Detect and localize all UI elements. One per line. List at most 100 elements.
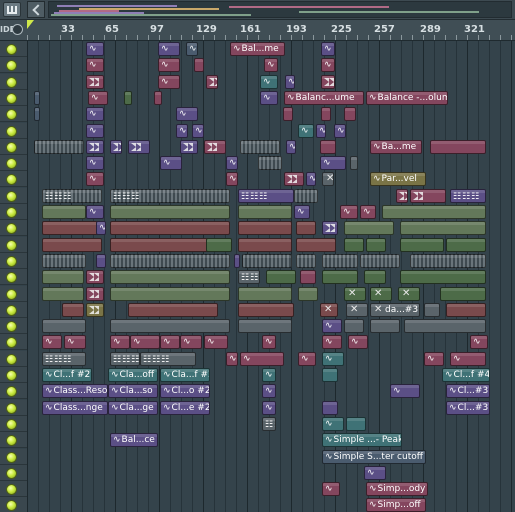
- automation-clip[interactable]: ∿: [86, 107, 104, 121]
- pattern-clip[interactable]: ☷☷☷: [110, 352, 140, 366]
- pattern-clip[interactable]: [446, 238, 486, 252]
- automation-clip[interactable]: ∿: [262, 335, 276, 349]
- audio-clip[interactable]: [86, 140, 104, 154]
- track-mute-led-icon[interactable]: [6, 174, 17, 185]
- track-mute-led-icon[interactable]: [6, 240, 17, 251]
- pattern-clip[interactable]: [42, 221, 102, 235]
- pattern-clip[interactable]: [110, 270, 230, 284]
- automation-clip[interactable]: ∿: [470, 335, 488, 349]
- track-mute-led-icon[interactable]: [6, 435, 17, 446]
- track-mute-led-icon[interactable]: [6, 321, 17, 332]
- track-header[interactable]: [0, 269, 27, 285]
- automation-clip[interactable]: ∿: [158, 75, 180, 89]
- track-header[interactable]: [0, 497, 27, 512]
- track-header[interactable]: [0, 416, 27, 432]
- pattern-clip[interactable]: [194, 58, 204, 72]
- automation-clip[interactable]: ∿Bal...ce: [110, 433, 158, 447]
- track-header[interactable]: [0, 237, 27, 253]
- automation-clip[interactable]: ∿: [64, 335, 86, 349]
- track-header[interactable]: [0, 139, 27, 155]
- pattern-clip[interactable]: ☷☷☷: [238, 189, 294, 203]
- track-header[interactable]: [0, 74, 27, 90]
- track-mute-led-icon[interactable]: [6, 370, 17, 381]
- pattern-clip[interactable]: [154, 91, 162, 105]
- automation-clip[interactable]: ∿Class...nge: [42, 401, 108, 415]
- track-header[interactable]: [0, 351, 27, 367]
- automation-clip[interactable]: ∿: [130, 335, 160, 349]
- audio-clip[interactable]: [396, 189, 408, 203]
- audio-clip[interactable]: [321, 75, 335, 89]
- track-mute-led-icon[interactable]: [6, 354, 17, 365]
- pattern-clip[interactable]: [238, 319, 292, 333]
- automation-clip[interactable]: ∿Balanc...ume: [284, 91, 364, 105]
- track-header[interactable]: [0, 123, 27, 139]
- automation-clip[interactable]: ∿: [320, 156, 346, 170]
- track-mute-led-icon[interactable]: [6, 93, 17, 104]
- pattern-clip[interactable]: [400, 238, 444, 252]
- automation-clip[interactable]: ∿: [360, 205, 376, 219]
- track-mute-led-icon[interactable]: [6, 500, 17, 511]
- automation-clip[interactable]: ∿: [158, 42, 180, 56]
- automation-clip[interactable]: ∿: [86, 124, 104, 138]
- track-mute-led-icon[interactable]: [6, 468, 17, 479]
- pattern-clip[interactable]: ☷☷☷: [110, 189, 230, 203]
- track-header[interactable]: [0, 449, 27, 465]
- playhead-marker[interactable]: [27, 20, 34, 29]
- pattern-clip[interactable]: ☷☷☷: [450, 189, 486, 203]
- pattern-clip[interactable]: [370, 319, 400, 333]
- track-header[interactable]: [0, 41, 27, 57]
- automation-clip[interactable]: ∿: [176, 107, 198, 121]
- automation-clip[interactable]: ∿: [180, 335, 202, 349]
- pattern-clip[interactable]: ✕: [344, 287, 366, 301]
- automation-clip[interactable]: ∿Simp...off: [366, 498, 426, 512]
- track-mute-led-icon[interactable]: [6, 60, 17, 71]
- track-header[interactable]: [0, 188, 27, 204]
- pattern-clip[interactable]: [350, 156, 358, 170]
- automation-clip[interactable]: ∿: [322, 482, 340, 496]
- automation-clip[interactable]: ∿Balance -...olume: [366, 91, 448, 105]
- pattern-clip[interactable]: [238, 205, 292, 219]
- audio-clip[interactable]: [86, 287, 104, 301]
- pattern-clip[interactable]: [382, 205, 486, 219]
- pattern-clip[interactable]: [258, 156, 282, 170]
- automation-clip[interactable]: ∿: [316, 124, 326, 138]
- ui-layout-icon[interactable]: [3, 2, 21, 17]
- pattern-clip[interactable]: [346, 417, 366, 431]
- pattern-clip[interactable]: [238, 287, 292, 301]
- automation-clip[interactable]: ∿: [240, 352, 284, 366]
- automation-clip[interactable]: ∿: [322, 417, 344, 431]
- track-mute-led-icon[interactable]: [6, 305, 17, 316]
- automation-clip[interactable]: ∿Cla...so: [108, 384, 158, 398]
- automation-clip[interactable]: ∿: [348, 335, 368, 349]
- automation-clip[interactable]: ∿Par...vel: [370, 172, 426, 186]
- automation-clip[interactable]: ∿: [160, 335, 180, 349]
- pattern-clip[interactable]: [344, 221, 394, 235]
- track-header[interactable]: [0, 432, 27, 448]
- track-header[interactable]: [0, 57, 27, 73]
- pattern-clip[interactable]: [322, 254, 358, 268]
- pattern-clip[interactable]: ✕: [320, 303, 338, 317]
- pattern-clip[interactable]: [96, 254, 106, 268]
- track-mute-led-icon[interactable]: [6, 223, 17, 234]
- automation-clip[interactable]: ∿: [186, 42, 198, 56]
- pattern-clip[interactable]: [42, 319, 86, 333]
- audio-clip[interactable]: [284, 172, 304, 186]
- pattern-clip[interactable]: [321, 107, 331, 121]
- automation-clip[interactable]: ∿: [390, 384, 420, 398]
- automation-clip[interactable]: ∿: [334, 124, 346, 138]
- automation-clip[interactable]: ∿Cl...#3: [446, 401, 490, 415]
- automation-clip[interactable]: ∿: [260, 75, 278, 89]
- automation-clip[interactable]: ∿: [88, 91, 108, 105]
- track-header[interactable]: [0, 367, 27, 383]
- pattern-clip[interactable]: [296, 254, 316, 268]
- automation-clip[interactable]: ∿: [321, 58, 335, 72]
- automation-clip[interactable]: ∿Cl...f #2: [42, 368, 92, 382]
- track-mute-led-icon[interactable]: [6, 109, 17, 120]
- automation-clip[interactable]: ∿: [322, 335, 342, 349]
- pattern-clip[interactable]: [110, 221, 230, 235]
- pattern-clip[interactable]: [42, 254, 86, 268]
- header-knob-icon[interactable]: [12, 24, 23, 35]
- pattern-clip[interactable]: [440, 287, 486, 301]
- audio-clip[interactable]: [206, 75, 218, 89]
- automation-clip[interactable]: ∿: [204, 335, 228, 349]
